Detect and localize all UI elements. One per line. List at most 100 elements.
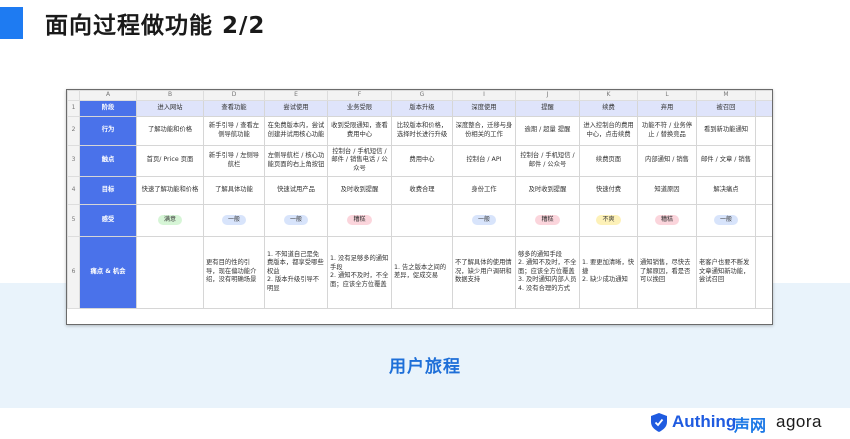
table-cell[interactable]: 一般 bbox=[203, 203, 265, 237]
table-cell[interactable]: 通知销售，尽快去了解原因，看是否可以挽回 bbox=[637, 235, 697, 309]
table-cell[interactable]: 控制台 / 手机短信 / 邮件 / 销售电话 / 公众号 bbox=[327, 144, 392, 177]
header-cell[interactable]: 深度使用 bbox=[452, 99, 516, 117]
col-letter[interactable]: A bbox=[79, 90, 137, 101]
corner-cell[interactable] bbox=[67, 90, 80, 101]
col-letter[interactable]: E bbox=[264, 90, 328, 101]
row-number[interactable]: 4 bbox=[67, 175, 80, 205]
col-letter[interactable]: G bbox=[391, 90, 453, 101]
table-cell[interactable]: 快速付费 bbox=[579, 175, 638, 205]
blank-cell[interactable] bbox=[755, 144, 772, 177]
table-cell[interactable]: 糟糕 bbox=[515, 203, 580, 237]
feeling-chip: 满意 bbox=[157, 215, 182, 225]
col-letter[interactable]: F bbox=[327, 90, 392, 101]
table-cell[interactable]: 1. 不知道自己是免费版本，都享受哪些权益 2. 版本升级引导不明显 bbox=[264, 235, 328, 309]
table-cell[interactable]: 一般 bbox=[696, 203, 756, 237]
header-cell[interactable]: 版本升级 bbox=[391, 99, 453, 117]
table-cell[interactable]: 1. 告之版本之间的差异，促成交易 bbox=[391, 235, 453, 309]
table-cell[interactable]: 了解功能和价格 bbox=[136, 115, 204, 146]
slide-title: 面向过程做功能 2/2 bbox=[45, 13, 266, 39]
row-number[interactable]: 5 bbox=[67, 203, 80, 237]
header-cell[interactable]: 业务受限 bbox=[327, 99, 392, 117]
table-cell[interactable] bbox=[391, 203, 453, 237]
header-cell[interactable]: 尝试使用 bbox=[264, 99, 328, 117]
table-cell[interactable]: 糟糕 bbox=[327, 203, 392, 237]
table-cell[interactable]: 收到受限通知，查看费用中心 bbox=[327, 115, 392, 146]
col-letter[interactable]: K bbox=[579, 90, 638, 101]
header-cell[interactable]: 提醒 bbox=[515, 99, 580, 117]
row-number[interactable]: 3 bbox=[67, 144, 80, 177]
table-cell[interactable]: 不了解具体的使用情况，缺少用户调研和数据支持 bbox=[452, 235, 516, 309]
table-cell[interactable]: 新手引导 / 查看左侧导航功能 bbox=[203, 115, 265, 146]
table-cell[interactable]: 在免费版本内，尝试创建并试用核心功能 bbox=[264, 115, 328, 146]
table-cell[interactable]: 一般 bbox=[452, 203, 516, 237]
blank-cell[interactable] bbox=[755, 203, 772, 237]
blank-cell[interactable] bbox=[755, 115, 772, 146]
table-cell[interactable]: 内部通知 / 销售 bbox=[637, 144, 697, 177]
table-cell[interactable]: 新手引导 / 左侧导航栏 bbox=[203, 144, 265, 177]
header-cell[interactable]: 弃用 bbox=[637, 99, 697, 117]
table-cell[interactable]: 控制台 / API bbox=[452, 144, 516, 177]
col-letter[interactable]: D bbox=[203, 90, 265, 101]
header-cell[interactable]: 被召回 bbox=[696, 99, 756, 117]
feeling-chip: 一般 bbox=[713, 215, 738, 225]
col-letter[interactable]: M bbox=[696, 90, 756, 101]
table-cell[interactable]: 快速了解功能和价格 bbox=[136, 175, 204, 205]
table-cell[interactable] bbox=[136, 235, 204, 309]
table-cell[interactable]: 满意 bbox=[136, 203, 204, 237]
table-row-feeling: 5 感受 满意 一般 一般 糟糕 一般 糟糕 不爽 糟糕 一般 bbox=[67, 203, 772, 237]
table-cell[interactable]: 费用中心 bbox=[391, 144, 453, 177]
table-cell[interactable]: 邮件 / 文章 / 销售 bbox=[696, 144, 756, 177]
blank-cell[interactable] bbox=[755, 99, 772, 117]
stage-label: 感受 bbox=[79, 203, 137, 237]
table-cell[interactable]: 控制台 / 手机短信 / 邮件 / 公众号 bbox=[515, 144, 580, 177]
table-cell[interactable]: 解决痛点 bbox=[696, 175, 756, 205]
table-cell[interactable]: 进入控制台的费用中心，点击续费 bbox=[579, 115, 638, 146]
blank-cell[interactable] bbox=[755, 235, 772, 309]
feeling-chip: 一般 bbox=[471, 215, 496, 225]
feeling-chip: 不爽 bbox=[596, 215, 621, 225]
header-cell[interactable]: 进入网站 bbox=[136, 99, 204, 117]
table-row-behavior: 2 行为 了解功能和价格 新手引导 / 查看左侧导航功能 在免费版本内，尝试创建… bbox=[67, 115, 772, 146]
table-cell[interactable]: 1. 要更加清晰，快捷 2. 缺少成功通知 bbox=[579, 235, 638, 309]
table-cell[interactable]: 1. 没有足够多的通知手段 2. 通知不及时，不全面；应该全方位覆盖 bbox=[327, 235, 392, 309]
blank-cell[interactable] bbox=[755, 175, 772, 205]
row-number[interactable]: 1 bbox=[67, 99, 80, 117]
table-cell[interactable]: 身份工作 bbox=[452, 175, 516, 205]
table-cell[interactable]: 看到新功能通知 bbox=[696, 115, 756, 146]
feeling-chip: 一般 bbox=[283, 215, 308, 225]
header-cell[interactable]: 续费 bbox=[579, 99, 638, 117]
table-cell[interactable]: 老客户也要不断发文章通知新功能，尝试召回 bbox=[696, 235, 756, 309]
table-cell[interactable]: 知道原因 bbox=[637, 175, 697, 205]
table-cell[interactable]: 首页/ Price 页面 bbox=[136, 144, 204, 177]
header-cell[interactable]: 查看功能 bbox=[203, 99, 265, 117]
col-letter[interactable]: L bbox=[637, 90, 697, 101]
table-cell[interactable]: 够多的通知手段 2. 通知不及时，不全面；应该全方位覆盖 3. 及时通知内部人员… bbox=[515, 235, 580, 309]
table-cell[interactable]: 左侧导航栏 / 核心功能页面的右上角按钮 bbox=[264, 144, 328, 177]
table-cell[interactable]: 了解具体功能 bbox=[203, 175, 265, 205]
table-cell[interactable]: 续费页面 bbox=[579, 144, 638, 177]
stage-label: 阶段 bbox=[79, 99, 137, 117]
col-letter[interactable]: B bbox=[136, 90, 204, 101]
shengwang-logo: 声网 bbox=[734, 416, 767, 435]
table-cell[interactable]: 一般 bbox=[264, 203, 328, 237]
table-cell[interactable]: 及时收到提醒 bbox=[515, 175, 580, 205]
feeling-chip: 糟糕 bbox=[654, 215, 679, 225]
table-cell[interactable]: 比较版本和价格，选择时长进行升级 bbox=[391, 115, 453, 146]
table-cell[interactable]: 快速试用产品 bbox=[264, 175, 328, 205]
table-cell[interactable]: 不爽 bbox=[579, 203, 638, 237]
table-cell[interactable]: 糟糕 bbox=[637, 203, 697, 237]
col-letter[interactable]: J bbox=[515, 90, 580, 101]
row-number[interactable]: 6 bbox=[67, 235, 80, 309]
table-cell[interactable]: 更有目的性的引导，现在偏功能介绍，没有明确场景 bbox=[203, 235, 265, 309]
col-letter[interactable]: I bbox=[452, 90, 516, 101]
table-cell[interactable]: 功能不符 / 业务停止 / 替换竞品 bbox=[637, 115, 697, 146]
table-cell[interactable]: 逾期 / 超量 提醒 bbox=[515, 115, 580, 146]
feeling-chip: 糟糕 bbox=[535, 215, 560, 225]
stage-label: 目标 bbox=[79, 175, 137, 205]
table-cell[interactable]: 及时收到提醒 bbox=[327, 175, 392, 205]
feeling-chip: 糟糕 bbox=[347, 215, 372, 225]
row-number[interactable]: 2 bbox=[67, 115, 80, 146]
table-cell[interactable]: 收费合理 bbox=[391, 175, 453, 205]
table-cell[interactable]: 深度整合，迁移与身份相关的工作 bbox=[452, 115, 516, 146]
col-letter-blank[interactable] bbox=[755, 90, 772, 101]
